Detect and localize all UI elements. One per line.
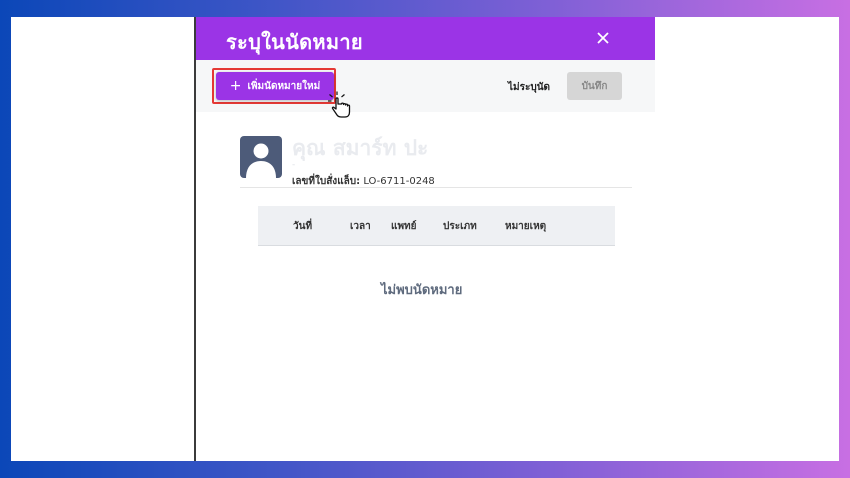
close-icon [597, 32, 609, 44]
modal-title: ระบุในนัดหมาย [226, 30, 363, 54]
screen-canvas: ระบุในนัดหมาย + เพิ่มนัดหมายใหม่ ไม่ระบุ… [11, 17, 839, 461]
patient-subtitle: - [292, 160, 296, 170]
header-date: วันที่ [293, 221, 313, 232]
header-time: เวลา [350, 221, 371, 232]
avatar-icon [240, 136, 282, 178]
profile-divider [240, 187, 632, 188]
patient-name: คุณ สมาร์ท ปะ [292, 136, 429, 160]
add-appointment-label: เพิ่มนัดหมายใหม่ [247, 80, 321, 92]
header-note: หมายเหตุ [505, 221, 547, 232]
save-button[interactable]: บันทึก [567, 72, 622, 100]
appointment-modal: ระบุในนัดหมาย + เพิ่มนัดหมายใหม่ ไม่ระบุ… [196, 17, 655, 461]
no-appointment-option[interactable]: ไม่ระบุนัด [508, 80, 550, 95]
header-type: ประเภท [443, 221, 477, 232]
license-label: เลขที่ใบสั่งแล็บ: [292, 176, 361, 187]
hand-cursor-icon [328, 91, 351, 118]
modal-toolbar: + เพิ่มนัดหมายใหม่ ไม่ระบุนัด บันทึก [196, 60, 655, 118]
empty-state-message: ไม่พบนัดหมาย [381, 283, 463, 298]
close-button[interactable] [591, 26, 615, 50]
modal-header: ระบุในนัดหมาย [196, 17, 655, 60]
add-appointment-button[interactable]: + เพิ่มนัดหมายใหม่ [216, 72, 334, 100]
plus-icon: + [229, 78, 242, 94]
license-value: LO-6711-0248 [363, 176, 435, 187]
header-doctor: แพทย์ [391, 221, 417, 232]
appointment-table-header: วันที่ เวลา แพทย์ ประเภท หมายเหตุ [258, 206, 615, 246]
